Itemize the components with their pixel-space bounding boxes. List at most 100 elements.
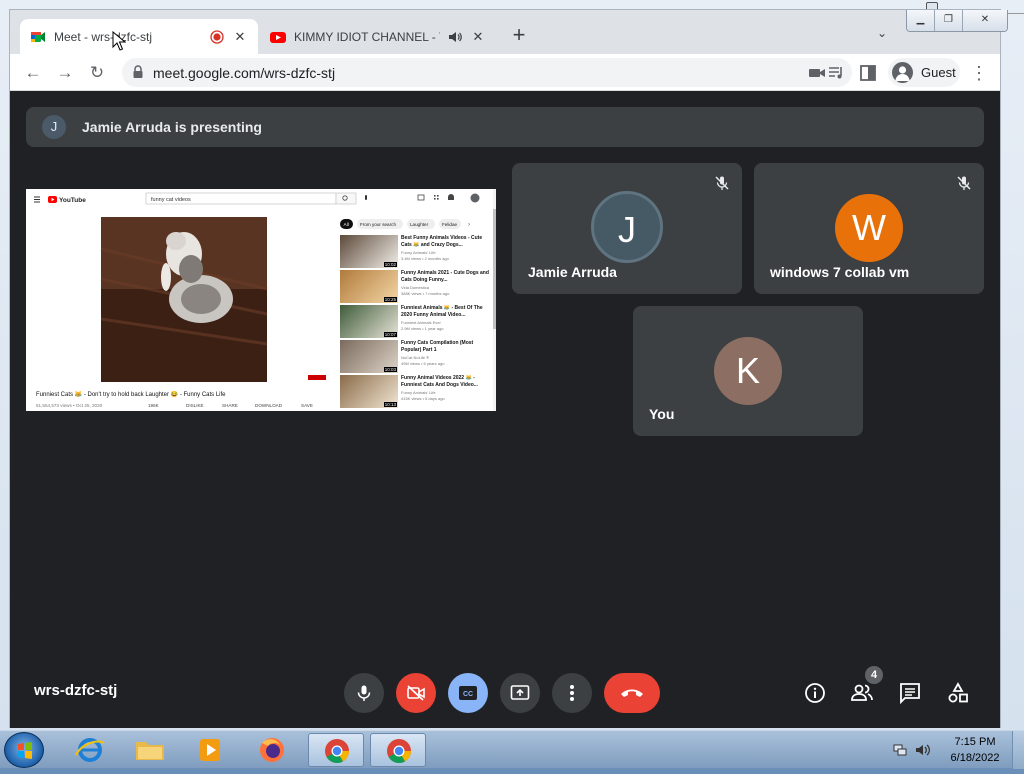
audio-playing-icon[interactable] [448, 30, 462, 44]
network-icon[interactable] [892, 742, 908, 758]
window-controls: ▁ ❐ ✕ [906, 10, 1008, 32]
yt-recommendation-title: Funny Animal Videos 2022 😹 - Funniest Ca… [401, 375, 478, 388]
system-clock[interactable]: 7:15 PM 6/18/2022 [940, 734, 1010, 766]
tab-youtube[interactable]: KIMMY IDIOT CHANNEL - Yo ✕ [260, 19, 496, 54]
people-button[interactable] [849, 680, 875, 706]
yt-chip: Felidae [442, 222, 458, 227]
present-screen-button[interactable] [500, 673, 540, 713]
youtube-wordmark: YouTube [59, 197, 86, 204]
more-options-button[interactable] [552, 673, 592, 713]
address-bar[interactable]: meet.google.com/wrs-dzfc-stj [122, 58, 852, 87]
chat-button[interactable] [897, 680, 923, 706]
participant-name: You [649, 406, 675, 422]
taskbar-chrome[interactable] [308, 733, 364, 767]
yt-recommendation-item[interactable]: 10:25 Funny Animals 2021 - Cute Dogs and … [340, 270, 490, 303]
yt-download: DOWNLOAD [255, 403, 283, 408]
tab-title: Meet - wrs-dzfc-stj [54, 29, 153, 44]
yt-recommendations: 10:02 Best Funny Animals Videos - Cute Ca… [340, 235, 490, 411]
yt-recommendation-thumbnail: 10:03 [340, 340, 398, 373]
taskbar-explorer[interactable] [122, 733, 178, 767]
yt-recommendation-thumbnail: 10:13 [340, 375, 398, 408]
yt-recommendation-channel: NoCat NoLife ® [401, 355, 430, 360]
clock-time: 7:15 PM [954, 736, 996, 748]
participant-tile-you[interactable]: K You [633, 306, 863, 436]
lock-icon[interactable] [132, 65, 144, 79]
url-text: meet.google.com/wrs-dzfc-stj [153, 65, 336, 81]
maximize-icon[interactable]: ❐ [935, 10, 963, 31]
youtube-logo-icon [48, 196, 57, 203]
yt-recommendation-title: Best Funny Animals Videos - Cute Cats 😹 … [401, 235, 483, 248]
yt-recommendation-item[interactable]: 10:02 Best Funny Animals Videos - Cute Ca… [340, 235, 490, 268]
windows-taskbar: 7:15 PM 6/18/2022 [0, 730, 1024, 769]
meet-stage: J Jamie Arruda is presenting YouTube fun… [10, 91, 1000, 728]
yt-recommendation-item[interactable]: 10:13 Funny Animal Videos 2022 😹 - Funnie… [340, 375, 490, 408]
tab-strip: Meet - wrs-dzfc-stj ✕ KIMMY IDIOT CHANNE… [10, 10, 1008, 54]
close-tab-icon[interactable]: ✕ [470, 29, 486, 45]
new-tab-button[interactable]: + [507, 24, 531, 48]
taskbar-firefox[interactable] [244, 733, 300, 767]
mouse-cursor-icon [112, 31, 126, 51]
yt-video-meta: 61,554,573 views • Oct 25, 2020 [36, 403, 103, 408]
yt-recommendation-item[interactable]: 10:03 Funny Cats Compilation (Most Popula… [340, 340, 490, 373]
yt-recommendation-meta: 49M views • 6 years ago [401, 361, 445, 366]
more-menu-icon[interactable]: ⋮ [970, 60, 988, 86]
participant-tile-windows7[interactable]: W windows 7 collab vm [754, 163, 984, 294]
tab-meet[interactable]: Meet - wrs-dzfc-stj ✕ [20, 19, 258, 54]
minimize-icon[interactable]: ▁ [907, 10, 935, 31]
show-desktop-button[interactable] [1012, 731, 1024, 769]
side-panel-icon[interactable] [858, 63, 878, 83]
yt-recommendation-item[interactable]: 10:07 Funniest Animals 😹 - Best Of The 20… [340, 305, 490, 338]
internet-explorer-icon [75, 738, 105, 762]
yt-recommendation-title: Funny Cats Compilation (Most Popular) Pa… [401, 340, 474, 353]
presenting-banner: J Jamie Arruda is presenting [26, 107, 984, 147]
yt-recommendation-duration: 10:03 [383, 367, 397, 372]
google-meet-icon [31, 31, 45, 42]
youtube-icon [270, 31, 286, 43]
yt-like-count: 196K [148, 403, 160, 408]
yt-recommendation-duration: 10:25 [383, 297, 397, 302]
yt-share: SHARE [222, 403, 238, 408]
camera-in-use-icon[interactable] [808, 66, 826, 80]
close-tab-icon[interactable]: ✕ [232, 29, 248, 45]
captions-button[interactable]: CC [448, 673, 488, 713]
meeting-details-button[interactable] [802, 680, 828, 706]
yt-bell-icon [448, 194, 454, 200]
volume-icon[interactable] [914, 742, 930, 758]
leave-call-button[interactable] [604, 673, 660, 713]
chrome-icon [325, 739, 349, 764]
tab-search-icon[interactable]: ⌄ [872, 26, 892, 46]
participant-tile-jamie[interactable]: J Jamie Arruda [512, 163, 742, 294]
forward-icon[interactable]: → [52, 60, 78, 86]
media-control-icon[interactable] [826, 63, 846, 83]
back-icon[interactable]: ← [20, 60, 46, 86]
people-count-badge: 4 [865, 666, 883, 684]
reload-icon[interactable]: ↻ [84, 60, 110, 86]
taskbar-media-player[interactable] [182, 733, 238, 767]
activities-button[interactable] [945, 680, 971, 706]
taskbar-chrome[interactable] [370, 733, 426, 767]
chat-icon [900, 683, 920, 704]
shared-screen[interactable]: YouTube funny cat videos Funniest Cats 😹… [26, 189, 496, 411]
clock-date: 6/18/2022 [950, 752, 1000, 764]
yt-recommendation-channel: Funniest Animals Ever [401, 320, 441, 325]
meeting-code: wrs-dzfc-stj [34, 682, 118, 699]
browser-window: Meet - wrs-dzfc-stj ✕ KIMMY IDIOT CHANNE… [9, 9, 1008, 728]
firefox-icon [260, 738, 284, 762]
guest-avatar-icon [892, 62, 913, 83]
participant-name: windows 7 collab vm [770, 264, 910, 280]
start-button[interactable] [4, 732, 44, 768]
yt-recommendation-channel: Funny Animals' Life [401, 390, 436, 395]
closed-captions-icon: CC [459, 686, 477, 700]
camera-off-button[interactable] [396, 673, 436, 713]
profile-button[interactable]: Guest [888, 58, 960, 87]
yt-recommendation-duration: 10:07 [383, 332, 397, 337]
taskbar-ie[interactable] [62, 733, 118, 767]
windows-logo-icon [18, 742, 32, 759]
yt-dislike: DISLIKE [186, 403, 204, 408]
mic-muted-icon [715, 176, 729, 190]
close-window-icon[interactable]: ✕ [963, 10, 1007, 31]
mic-button[interactable] [344, 673, 384, 713]
yt-recommendation-meta: 3.4M views • 2 months ago [401, 256, 449, 261]
people-icon [851, 684, 873, 701]
yt-save: SAVE [301, 403, 313, 408]
